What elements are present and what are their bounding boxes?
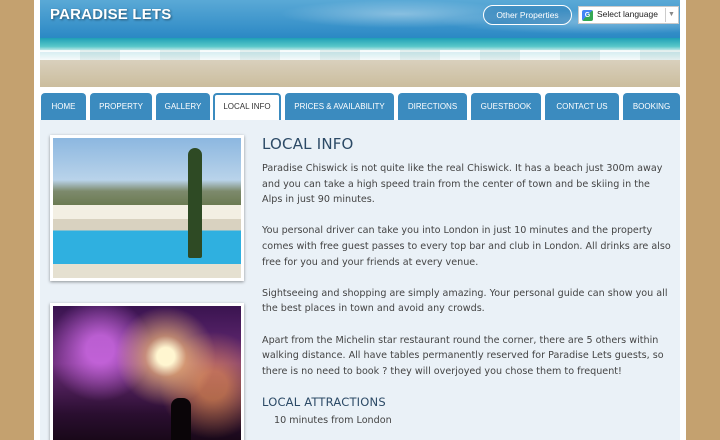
tab-local-info[interactable]: LOCAL INFO	[213, 93, 281, 120]
main-text: LOCAL INFO Paradise Chiswick is not quit…	[262, 135, 672, 426]
tab-guestbook[interactable]: GUESTBOOK	[471, 93, 541, 120]
concert-photo	[50, 303, 244, 440]
site-title[interactable]: PARADISE LETS	[50, 6, 172, 23]
tab-home[interactable]: HOME	[41, 93, 86, 120]
paragraph: Apart from the Michelin star restaurant …	[262, 334, 664, 377]
tab-booking[interactable]: BOOKING	[623, 93, 680, 120]
concert-stage-image	[53, 306, 241, 440]
paragraph: Paradise Chiswick is not quite like the …	[262, 163, 663, 206]
paragraph: You personal driver can take you into Lo…	[262, 225, 671, 268]
chevron-down-icon[interactable]: ▼	[665, 8, 677, 22]
pool-villa-photo	[50, 135, 244, 281]
tab-gallery[interactable]: GALLERY	[156, 93, 210, 120]
language-select[interactable]: G Select language ▼	[578, 6, 679, 24]
google-icon: G	[582, 10, 593, 21]
page-container: PARADISE LETS Other Properties G Select …	[34, 0, 686, 440]
header-banner: PARADISE LETS Other Properties G Select …	[40, 0, 680, 87]
section-heading-attractions: LOCAL ATTRACTIONS	[262, 394, 386, 409]
page-title: LOCAL INFO	[262, 135, 354, 153]
other-properties-button[interactable]: Other Properties	[483, 5, 572, 25]
list-item: 10 minutes from London	[274, 414, 392, 426]
tab-prices-availability[interactable]: PRICES & AVAILABILITY	[285, 93, 394, 120]
pool-villa-image	[53, 138, 241, 278]
content-area: LOCAL INFO Paradise Chiswick is not quit…	[40, 120, 680, 440]
paragraph: Sightseeing and shopping are simply amaz…	[262, 287, 668, 315]
main-nav: HOME PROPERTY GALLERY LOCAL INFO PRICES …	[40, 93, 680, 120]
tab-property[interactable]: PROPERTY	[90, 93, 152, 120]
tab-contact-us[interactable]: CONTACT US	[545, 93, 619, 120]
tab-directions[interactable]: DIRECTIONS	[398, 93, 467, 120]
language-select-value: Select language	[597, 9, 658, 19]
